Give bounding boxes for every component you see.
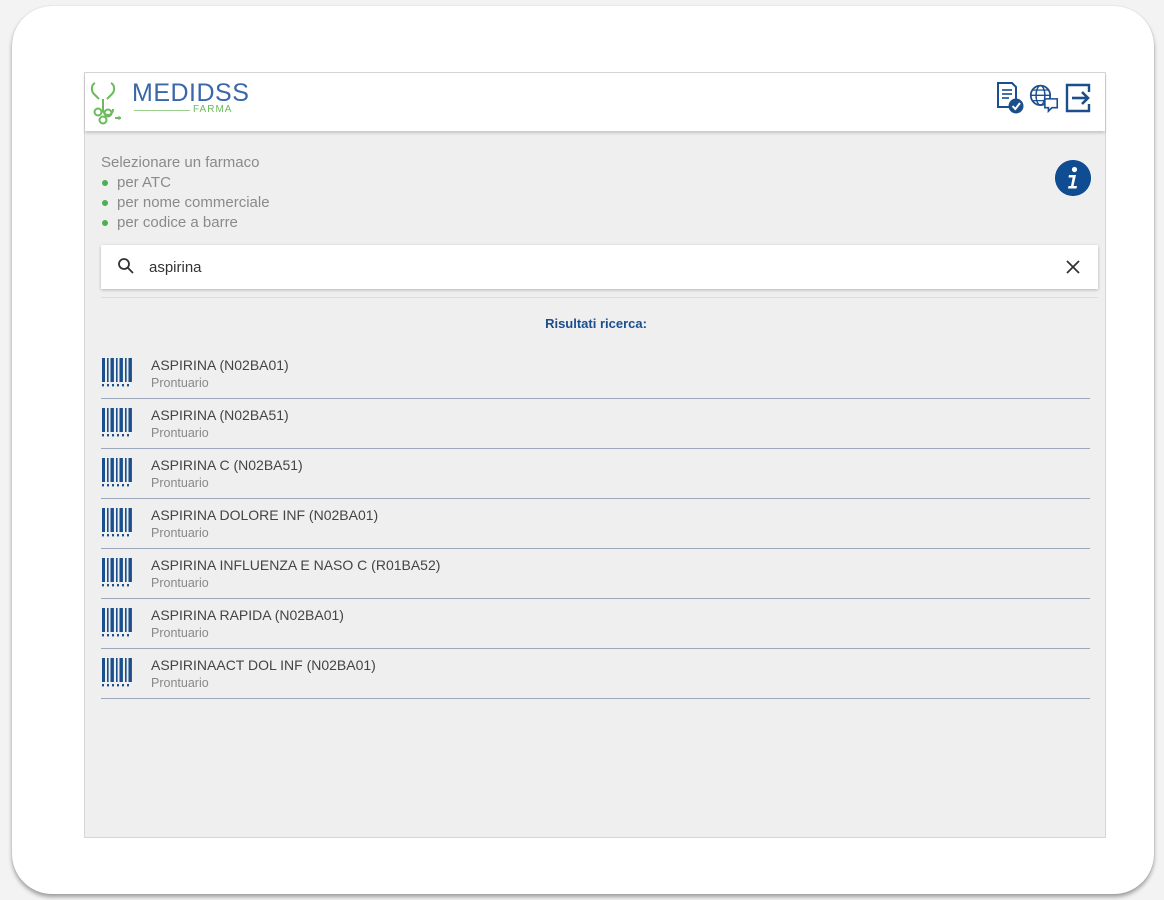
- result-item[interactable]: ASPIRINA (N02BA51) Prontuario: [101, 399, 1090, 449]
- app-window: MEDIDSS FARMA Selezionare un farmaco per…: [84, 72, 1106, 838]
- result-name: ASPIRINA DOLORE INF (N02BA01): [151, 507, 379, 523]
- barcode-icon: [101, 507, 134, 538]
- barcode-icon: [101, 407, 134, 438]
- search-input[interactable]: [149, 253, 1049, 281]
- results-title: Risultati ricerca:: [545, 316, 647, 331]
- instructions-title: Selezionare un farmaco: [101, 154, 260, 171]
- divider: [101, 297, 1098, 298]
- instruction-item-commercial-name: per nome commerciale: [101, 193, 270, 213]
- search-bar: [101, 245, 1098, 289]
- result-source: Prontuario: [151, 676, 209, 690]
- document-check-icon[interactable]: [995, 81, 1025, 115]
- result-name: ASPIRINA RAPIDA (N02BA01): [151, 607, 344, 623]
- brand-subtitle: FARMA: [193, 104, 233, 115]
- search-icon: [118, 258, 134, 274]
- instruction-item-barcode: per codice a barre: [101, 213, 270, 233]
- result-item[interactable]: ASPIRINAACT DOL INF (N02BA01) Prontuario: [101, 649, 1090, 699]
- result-name: ASPIRINA INFLUENZA E NASO C (R01BA52): [151, 557, 441, 573]
- device-frame: MEDIDSS FARMA Selezionare un farmaco per…: [12, 6, 1154, 894]
- results-list: ASPIRINA (N02BA01) Prontuario ASPIRINA (N0…: [101, 349, 1090, 699]
- brand-underline: [134, 110, 190, 111]
- result-name: ASPIRINA C (N02BA51): [151, 457, 303, 473]
- barcode-icon: [101, 657, 134, 688]
- result-source: Prontuario: [151, 476, 209, 490]
- result-item[interactable]: ASPIRINA (N02BA01) Prontuario: [101, 349, 1090, 399]
- info-icon[interactable]: [1055, 160, 1091, 196]
- globe-chat-icon[interactable]: [1029, 81, 1059, 115]
- barcode-icon: [101, 607, 134, 638]
- result-name: ASPIRINA (N02BA01): [151, 357, 289, 373]
- result-source: Prontuario: [151, 626, 209, 640]
- instruction-item-atc: per ATC: [101, 173, 270, 193]
- result-item[interactable]: ASPIRINA RAPIDA (N02BA01) Prontuario: [101, 599, 1090, 649]
- result-item[interactable]: ASPIRINA C (N02BA51) Prontuario: [101, 449, 1090, 499]
- result-name: ASPIRINA (N02BA51): [151, 407, 289, 423]
- instructions: Selezionare un farmaco per ATC per nome …: [101, 153, 270, 233]
- result-name: ASPIRINAACT DOL INF (N02BA01): [151, 657, 376, 673]
- result-item[interactable]: ASPIRINA INFLUENZA E NASO C (R01BA52) Pro…: [101, 549, 1090, 599]
- instructions-list: per ATC per nome commerciale per codice …: [101, 173, 270, 233]
- result-source: Prontuario: [151, 426, 209, 440]
- result-source: Prontuario: [151, 376, 209, 390]
- barcode-icon: [101, 457, 134, 488]
- result-source: Prontuario: [151, 526, 209, 540]
- result-source: Prontuario: [151, 576, 209, 590]
- barcode-icon: [101, 557, 134, 588]
- barcode-icon: [101, 357, 134, 388]
- result-item[interactable]: ASPIRINA DOLORE INF (N02BA01) Prontuario: [101, 499, 1090, 549]
- top-bar: MEDIDSS FARMA: [85, 73, 1105, 131]
- stethoscope-logo-icon: [90, 82, 121, 125]
- close-icon[interactable]: [1063, 257, 1083, 277]
- logout-icon[interactable]: [1063, 81, 1093, 115]
